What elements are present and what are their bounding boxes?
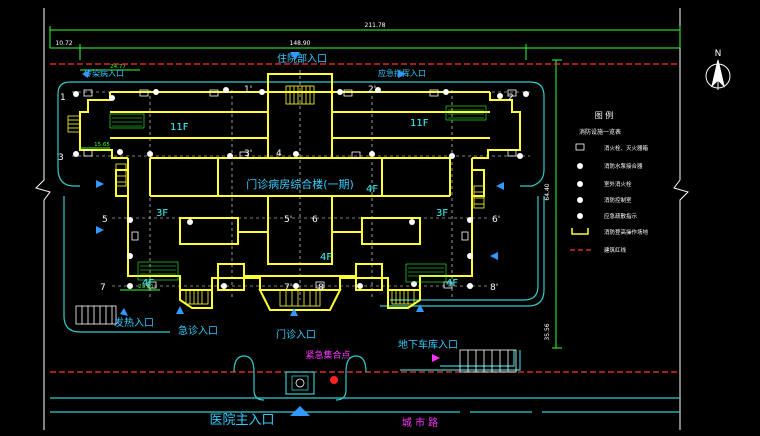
axis-label: 6: [312, 215, 318, 225]
arrow-icon: [290, 406, 310, 416]
dim-left-offset: 10.72: [55, 40, 72, 47]
fever-entrance-stairs: [75, 305, 117, 325]
arrow-icon: [496, 182, 504, 190]
legend-item: 室外消火栓: [604, 180, 632, 188]
label-inpatient-entrance: 住院部入口: [277, 52, 327, 65]
arrow-icon: [176, 306, 184, 314]
axis-label: 2': [368, 85, 376, 95]
axis-label: 1: [60, 93, 66, 103]
legend-item: 应急疏散指示: [604, 212, 638, 220]
floor-label-left-low: 4F: [142, 278, 154, 289]
assembly-point-marker-icon: [330, 376, 338, 384]
legend-item: 消防登高操作场地: [604, 228, 649, 236]
legend-subtitle: 消防设施一览表: [579, 128, 621, 136]
green-annotations: [109, 105, 487, 283]
label-outpatient-entrance: 门诊入口: [276, 328, 316, 341]
garage-ramp: [459, 349, 517, 373]
axis-label: 7': [284, 283, 292, 293]
legend-item: 消防水泵接合器: [604, 162, 643, 170]
axis-label: 3': [244, 149, 252, 159]
axis-label: 2: [508, 93, 514, 103]
site-plan-drawing: 211.78 148.90 10.72 24.77 15.65 23.61 64…: [35, 8, 731, 430]
axis-label: 8: [318, 283, 324, 293]
axis-label: 5: [102, 215, 108, 225]
legend: 图 例 消防设施一览表 消火栓、灭火器箱 消防水泵接合器 室外消火栓 消防控制室…: [570, 110, 649, 254]
legend-title: 图 例: [595, 110, 614, 120]
legend-symbol-hydrant-box-icon: [575, 143, 585, 151]
dim-main-width: 148.90: [290, 40, 311, 47]
axis-label: 8': [490, 283, 498, 293]
entrance-arrows: [82, 52, 504, 416]
legend-item: 消防控制室: [604, 196, 632, 204]
arrow-icon: [416, 304, 424, 312]
axis-label: 4: [276, 149, 282, 159]
axis-label: 5': [284, 215, 292, 225]
arrow-icon: [96, 180, 104, 188]
road-name: 城 市 路: [402, 416, 438, 429]
axis-label: 1': [244, 85, 252, 95]
label-garage-entrance: 地下车库入口: [398, 338, 458, 351]
dim-right-low: 35.56: [544, 323, 551, 340]
legend-item: 消火栓、灭火器箱: [604, 144, 649, 152]
legend-symbol-ladder-area-icon: [571, 228, 589, 235]
axis-label: 3: [58, 153, 64, 163]
axis-label: 7: [100, 283, 106, 293]
dimension-lines: [49, 26, 681, 349]
legend-symbol-outdoor-hydrant-icon: [577, 181, 583, 187]
floor-label-left-ward: 11F: [170, 122, 189, 133]
floor-label-podium: 4F: [366, 184, 378, 195]
arrow-icon: [96, 226, 104, 234]
building-title: 门诊病房综合楼(一期): [246, 177, 354, 191]
axis-label: 6': [492, 215, 500, 225]
label-fever-entrance: 发热入口: [114, 316, 154, 329]
assembly-point-label: 紧急集合点: [305, 349, 350, 361]
arrow-icon: [120, 308, 128, 316]
label-infectious-entrance: 传染病入口: [84, 68, 124, 78]
dim-total-width: 211.78: [365, 22, 386, 29]
dim-right-height: 64.40: [544, 183, 551, 200]
label-emergency-entrance: 急诊入口: [178, 324, 218, 337]
north-label: N: [715, 49, 722, 59]
floor-label-right-ward: 11F: [410, 118, 429, 129]
label-main-entrance: 医院主入口: [209, 413, 274, 428]
floor-label-right-3f: 3F: [436, 208, 448, 219]
floor-label-left-3f: 3F: [156, 208, 168, 219]
arrow-icon: [490, 252, 498, 260]
legend-symbol-evacuation-icon: [577, 213, 583, 219]
legend-symbol-pump-connector-icon: [577, 163, 583, 169]
dim-left-mid: 15.65: [94, 142, 110, 148]
legend-symbol-control-room-icon: [577, 197, 583, 203]
garage-arrow-icon: [432, 354, 440, 362]
floor-label-right-low: 4F: [446, 278, 458, 289]
hydrant-icon: [73, 87, 529, 101]
legend-item: 建筑红线: [604, 246, 627, 254]
floor-label-center: 4F: [320, 252, 332, 263]
north-arrow-icon: [705, 59, 731, 90]
